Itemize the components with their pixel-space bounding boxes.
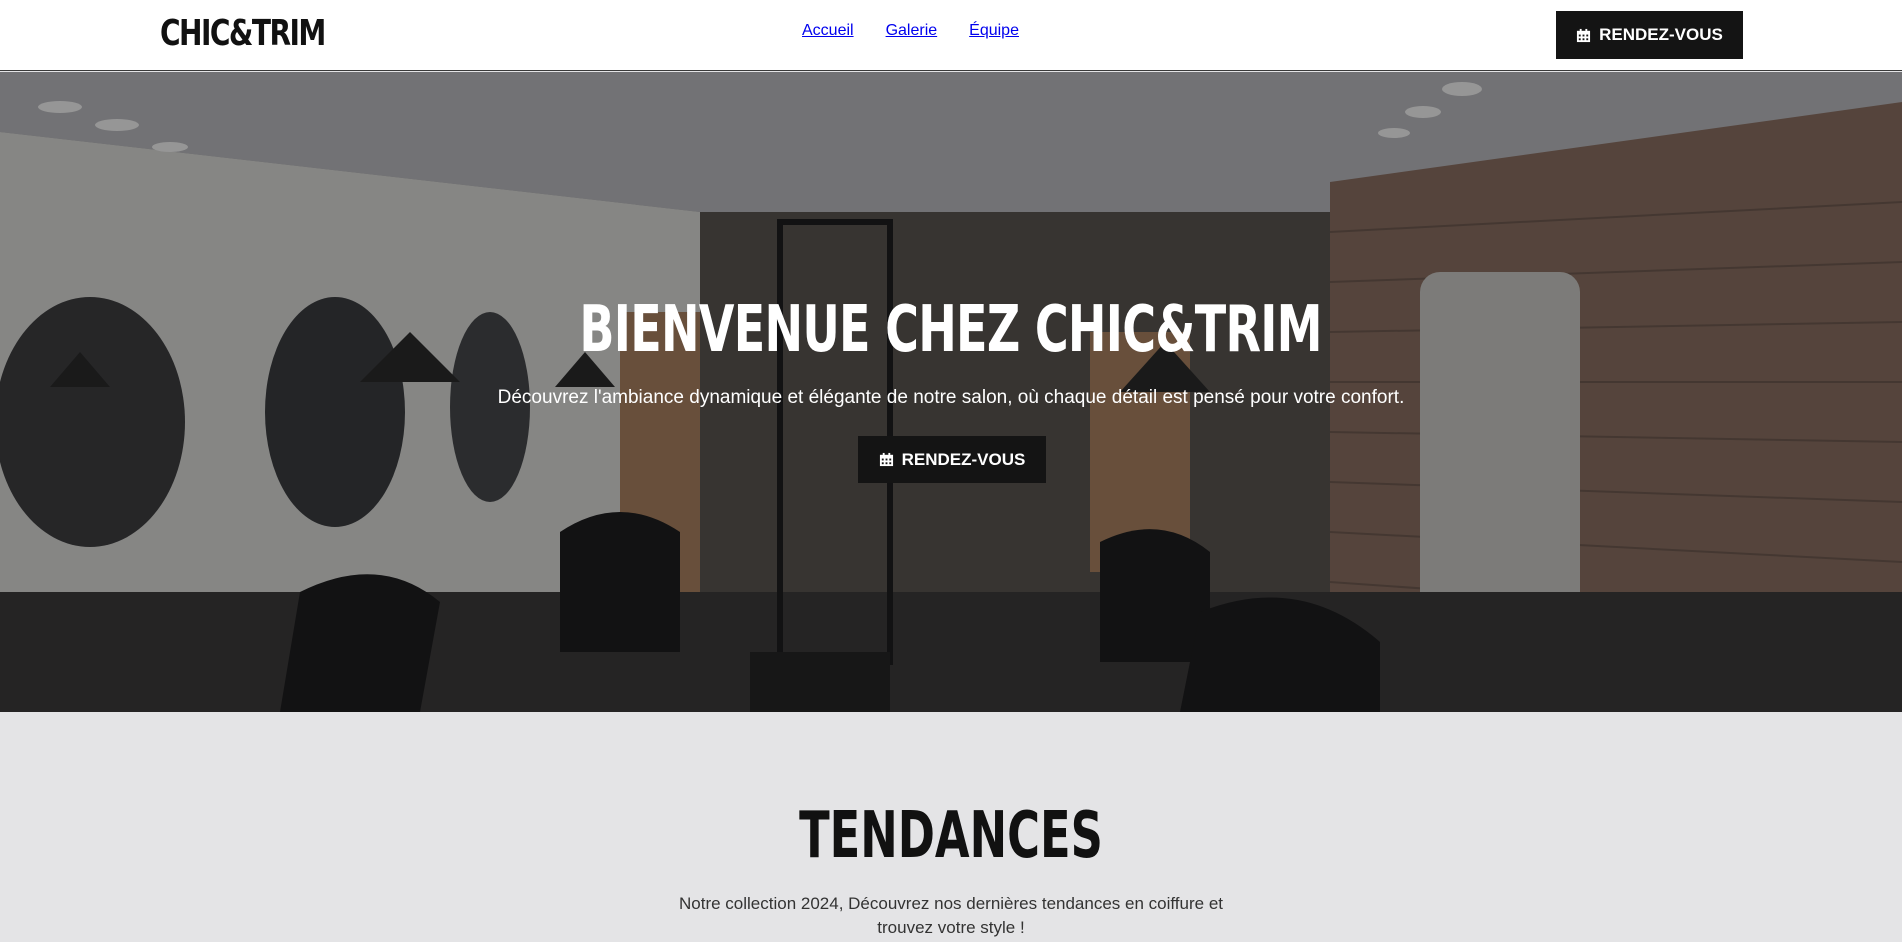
hero-appointment-label: RENDEZ-VOUS — [901, 449, 1026, 469]
header-appointment-button[interactable]: RENDEZ-VOUS — [1556, 11, 1743, 59]
hero-title: BIENVENUE CHEZ CHIC&TRIM — [579, 293, 1323, 367]
nav-link-accueil[interactable]: Accueil — [802, 22, 854, 40]
calendar-icon — [879, 452, 894, 467]
hero-appointment-button[interactable]: RENDEZ-VOUS — [858, 436, 1046, 483]
main-nav: Accueil Galerie Équipe — [802, 22, 1019, 40]
site-logo[interactable]: CHIC&TRIM — [160, 14, 326, 54]
hero-subtitle: Découvrez l'ambiance dynamique et élégan… — [497, 387, 1405, 408]
site-header: CHIC&TRIM Accueil Galerie Équipe RENDEZ-… — [0, 0, 1902, 71]
nav-link-galerie[interactable]: Galerie — [886, 22, 938, 40]
trends-title: TENDANCES — [799, 799, 1103, 873]
hero-section: BIENVENUE CHEZ CHIC&TRIM Découvrez l'amb… — [0, 72, 1902, 712]
calendar-icon — [1576, 28, 1591, 43]
header-appointment-label: RENDEZ-VOUS — [1599, 25, 1723, 44]
trends-description: Notre collection 2024, Découvrez nos der… — [678, 894, 1223, 937]
nav-link-equipe[interactable]: Équipe — [969, 22, 1019, 40]
